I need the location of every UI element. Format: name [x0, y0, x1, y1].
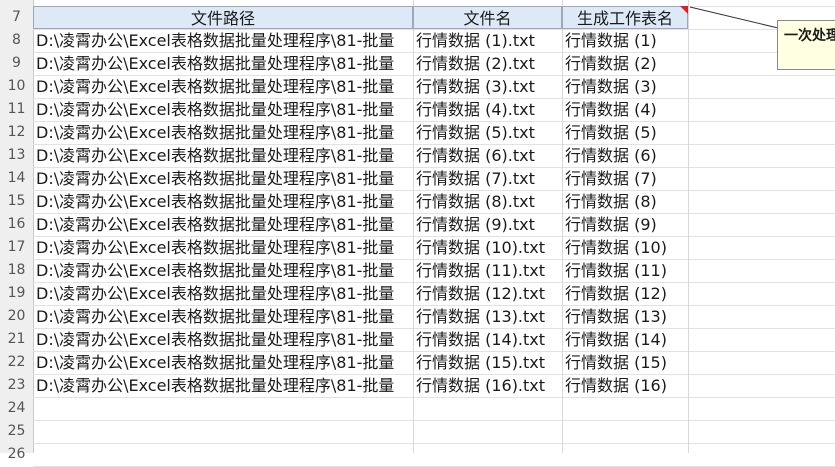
- comment-text: 一次处理: [784, 28, 835, 44]
- comment-indicator-icon[interactable]: [680, 6, 688, 14]
- spreadsheet-grid: 7 8 9 10 11 12 13 14 15 16 17 18 19 20 21 22 23 24 25 26 文件…: [0, 0, 835, 467]
- cell-comment-box[interactable]: 一次处理: [777, 20, 835, 70]
- comment-connector-line: [689, 6, 779, 29]
